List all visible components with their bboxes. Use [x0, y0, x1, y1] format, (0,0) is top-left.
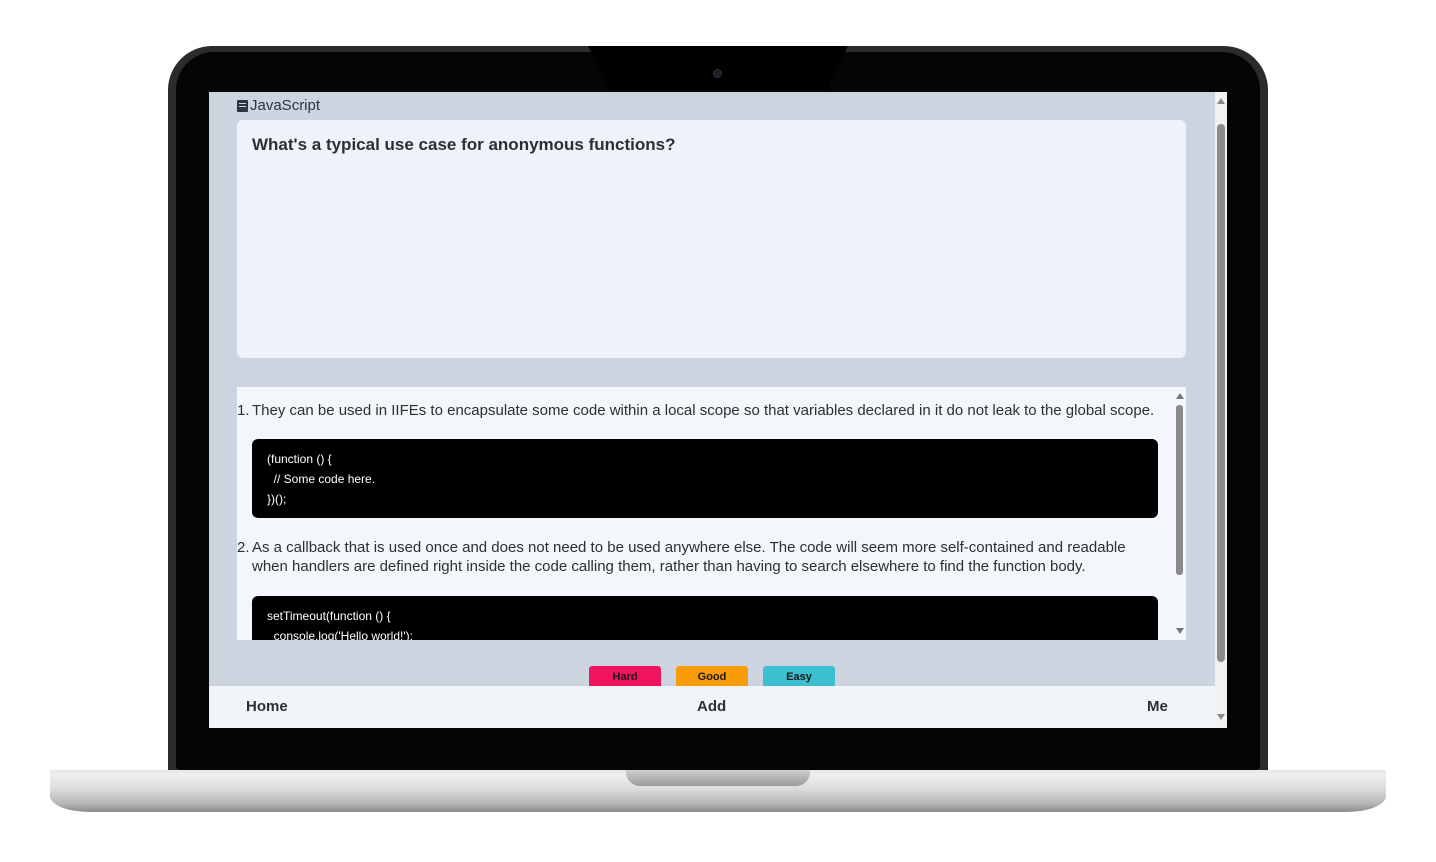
app-screen: JavaScript What's a typical use case for… — [209, 92, 1227, 728]
question-card: What's a typical use case for anonymous … — [237, 120, 1186, 358]
book-icon — [237, 99, 248, 112]
answer-scrollbar-thumb[interactable] — [1176, 405, 1183, 575]
good-button[interactable]: Good — [676, 666, 748, 686]
hard-button[interactable]: Hard — [589, 666, 661, 686]
scroll-up-arrow-icon[interactable] — [1176, 393, 1184, 399]
bottom-nav: Home Add Me — [209, 686, 1215, 728]
easy-button[interactable]: Easy — [763, 666, 835, 686]
answer-text: They can be used in IIFEs to encapsulate… — [252, 402, 1155, 419]
nav-me[interactable]: Me — [1147, 698, 1168, 715]
camera-notch — [588, 46, 848, 90]
page-scrollbar[interactable] — [1215, 92, 1227, 728]
question-text: What's a typical use case for anonymous … — [252, 135, 676, 154]
answer-number: 1. — [237, 402, 250, 419]
deck-label: JavaScript — [237, 97, 320, 114]
page-scrollbar-thumb[interactable] — [1217, 124, 1225, 662]
answer-content: 1. They can be used in IIFEs to encapsul… — [237, 387, 1173, 640]
answer-panel[interactable]: 1. They can be used in IIFEs to encapsul… — [237, 387, 1186, 640]
answer-number: 2. — [237, 539, 250, 556]
nav-home[interactable]: Home — [246, 698, 288, 715]
scroll-down-arrow-icon[interactable] — [1176, 628, 1184, 634]
laptop-hinge — [626, 770, 810, 786]
deck-name: JavaScript — [250, 97, 321, 114]
scroll-down-arrow-icon[interactable] — [1217, 714, 1225, 720]
scroll-up-arrow-icon[interactable] — [1217, 98, 1225, 104]
camera-icon — [714, 70, 721, 77]
answer-text: As a callback that is used once and does… — [252, 539, 1126, 575]
nav-add[interactable]: Add — [697, 698, 726, 715]
answer-scrollbar[interactable] — [1173, 387, 1186, 640]
code-block: setTimeout(function () { console.log('He… — [252, 596, 1158, 640]
code-block: (function () { // Some code here. })(); — [252, 439, 1158, 518]
